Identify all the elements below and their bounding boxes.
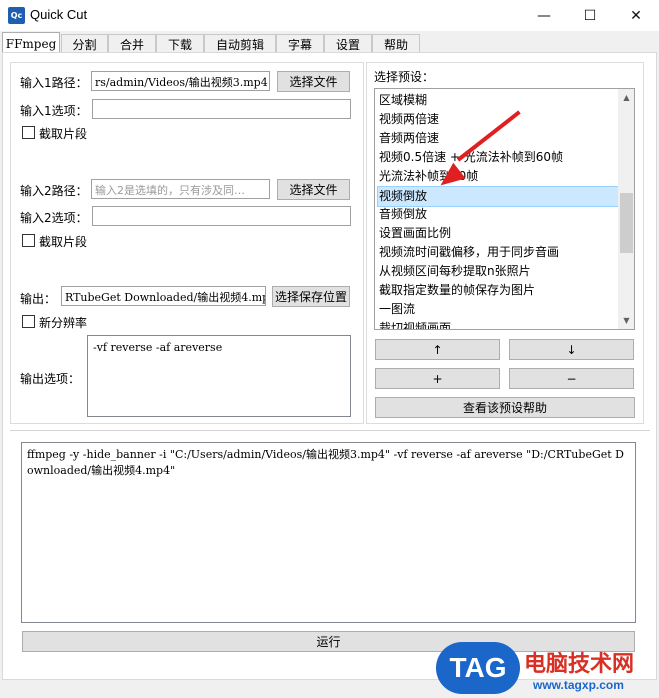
tab-bar: FFmpeg 分割 合并 下载 自动剪辑 字幕 设置 帮助 [0,31,659,54]
tag-logo: TAG [436,642,520,694]
input1-clip-checkbox[interactable] [22,126,35,139]
tab-download[interactable]: 下载 [156,34,204,53]
tab-split[interactable]: 分割 [61,34,108,53]
watermark-url: www.tagxp.com [533,678,624,692]
output-options-textarea[interactable]: -vf reverse -af areverse [87,335,351,417]
new-resolution-label: 新分辨率 [39,316,88,330]
preset-item[interactable]: 视频流时间戳偏移，用于同步音画 [378,243,619,262]
watermark-site-name: 电脑技术网 [524,652,635,677]
tab-merge[interactable]: 合并 [108,34,156,53]
input1-path-label: 输入1路径： [20,76,88,90]
tab-ffmpeg[interactable]: FFmpeg [2,32,60,54]
app-logo-icon: Qc [8,7,25,24]
scroll-down-arrow-icon[interactable]: ▼ [618,312,634,329]
input1-choose-file-button[interactable]: 选择文件 [277,71,350,92]
new-resolution-checkbox[interactable] [22,315,35,328]
preset-item[interactable]: 音频两倍速 [378,129,619,148]
scrollbar-thumb[interactable] [620,193,633,253]
preset-item[interactable]: 截取指定数量的帧保存为图片 [378,281,619,300]
output-label: 输出： [20,292,57,306]
input2-clip-checkbox[interactable] [22,234,35,247]
presets-label: 选择预设： [374,70,435,84]
title-bar: Qc Quick Cut — ☐ ✕ [0,0,659,31]
move-up-button[interactable]: ↑ [375,339,500,360]
input1-options-field[interactable] [92,99,351,119]
input2-options-field[interactable] [92,206,351,226]
input2-clip-label: 截取片段 [39,235,88,249]
input2-options-label: 输入2选项： [20,211,88,225]
input2-path-label: 输入2路径： [20,184,88,198]
preset-item[interactable]: 音频倒放 [378,205,619,224]
input1-path-field[interactable]: rs/admin/Videos/输出视频3.mp4 [91,71,270,91]
input2-choose-file-button[interactable]: 选择文件 [277,179,350,200]
preset-item[interactable]: 一图流 [378,300,619,319]
preset-item[interactable]: 视频0.5倍速 + 光流法补帧到60帧 [378,148,619,167]
preset-item[interactable]: 设置画面比例 [378,224,619,243]
tab-subtitles[interactable]: 字幕 [276,34,324,53]
preset-item[interactable]: 区域模糊 [378,91,619,110]
watermark: TAG 电脑技术网 www.tagxp.com [436,640,659,698]
command-preview-textarea[interactable]: ffmpeg -y -hide_banner -i "C:/Users/admi… [21,442,636,623]
input1-options-label: 输入1选项： [20,104,88,118]
close-button[interactable]: ✕ [613,0,659,31]
output-options-label: 输出选项： [20,372,81,386]
scroll-up-arrow-icon[interactable]: ▲ [618,89,634,106]
splitter[interactable] [10,430,650,431]
remove-preset-button[interactable]: − [509,368,634,389]
preset-item[interactable]: 裁切视频画面 [378,319,619,329]
add-preset-button[interactable]: + [375,368,500,389]
output-path-field[interactable]: RTubeGet Downloaded/输出视频4.mp4 [61,286,266,306]
tab-help[interactable]: 帮助 [372,34,420,53]
preset-scrollbar[interactable]: ▲ ▼ [618,89,634,329]
choose-save-location-button[interactable]: 选择保存位置 [272,286,350,307]
preset-item[interactable]: 光流法补帧到60帧 [378,167,619,186]
window-title: Quick Cut [30,7,88,22]
input2-path-field[interactable]: 输入2是选填的，只有涉及同… [91,179,270,199]
preset-help-button[interactable]: 查看该预设帮助 [375,397,635,418]
input1-clip-label: 截取片段 [39,127,88,141]
preset-item[interactable]: 从视频区间每秒提取n张照片 [378,262,619,281]
preset-item[interactable]: 视频倒放 [377,186,621,207]
tab-auto-edit[interactable]: 自动剪辑 [204,34,276,53]
tab-settings[interactable]: 设置 [324,34,372,53]
minimize-button[interactable]: — [521,0,567,31]
move-down-button[interactable]: ↓ [509,339,634,360]
maximize-button[interactable]: ☐ [567,0,613,31]
